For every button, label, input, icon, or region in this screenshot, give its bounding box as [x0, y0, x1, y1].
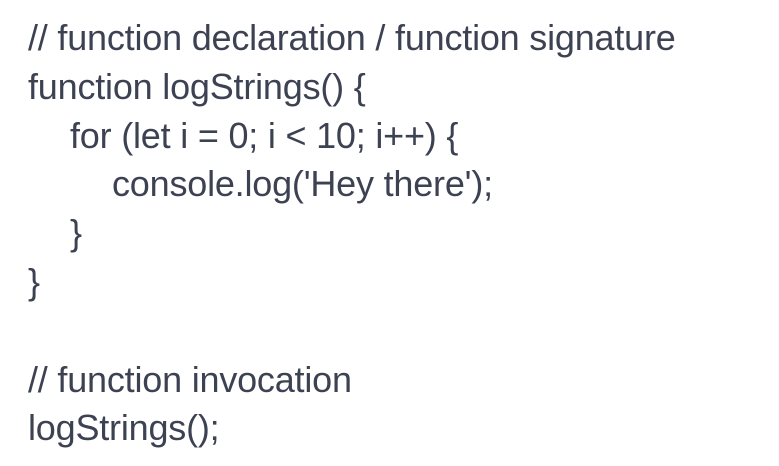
- function-invocation-line: logStrings();: [28, 407, 220, 449]
- code-snippet: // function declaration / function signa…: [0, 0, 779, 466]
- for-loop-close-brace: }: [70, 212, 82, 254]
- comment-function-declaration: // function declaration / function signa…: [28, 17, 676, 58]
- comment-function-invocation: // function invocation: [28, 358, 352, 400]
- for-loop-line: for (let i = 0; i < 10; i++) {: [70, 114, 459, 156]
- function-header-line: function logStrings() {: [28, 65, 366, 107]
- function-close-brace: }: [28, 260, 40, 302]
- console-log-line: console.log('Hey there');: [112, 163, 493, 205]
